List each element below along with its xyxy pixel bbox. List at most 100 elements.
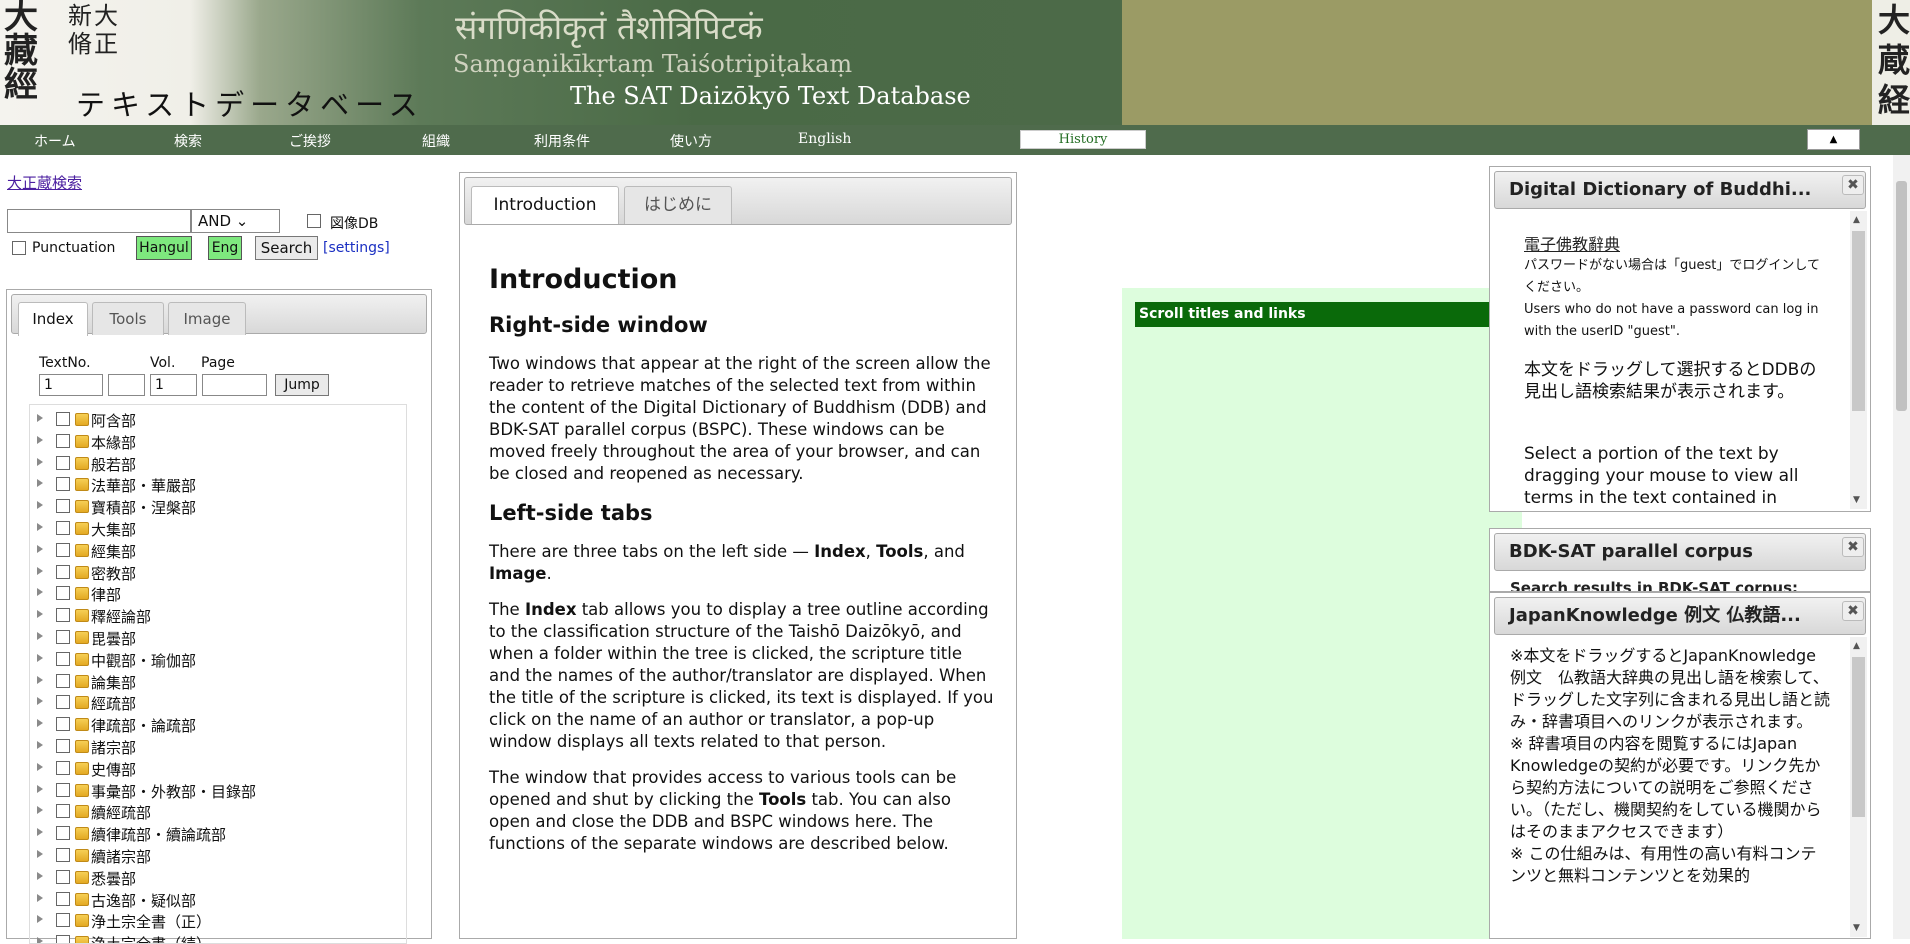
image-db-checkbox[interactable] — [307, 214, 321, 228]
tree-checkbox[interactable] — [56, 651, 70, 666]
close-icon[interactable]: ✖ — [1842, 537, 1864, 557]
tab-image[interactable]: Image — [168, 302, 246, 335]
tree-checkbox[interactable] — [56, 739, 70, 753]
operator-select[interactable]: AND ⌄ — [191, 209, 280, 233]
tree-item-label[interactable]: 事彙部・外教部・目錄部 — [91, 781, 256, 802]
tree-item[interactable]: 續經疏部 — [30, 801, 400, 823]
tree-checkbox[interactable] — [56, 869, 70, 884]
tree-item[interactable]: 續諸宗部 — [30, 845, 400, 867]
tree-checkbox[interactable] — [56, 608, 70, 623]
expand-triangle-icon[interactable] — [37, 719, 43, 728]
nav-home[interactable]: ホーム — [34, 131, 76, 151]
jump-button[interactable]: Jump — [275, 374, 329, 396]
tree-item[interactable]: 釋經論部 — [30, 605, 400, 627]
tree-checkbox[interactable] — [56, 695, 70, 710]
nav-usage[interactable]: 使い方 — [670, 131, 712, 151]
tab-hajimeni[interactable]: はじめに — [624, 186, 732, 224]
expand-triangle-icon[interactable] — [37, 653, 43, 662]
bdk-panel-title[interactable]: BDK-SAT parallel corpus — [1494, 533, 1866, 571]
tree-item-label[interactable]: 續諸宗部 — [91, 846, 151, 867]
tree-item-label[interactable]: 續律疏部・續論疏部 — [91, 824, 226, 845]
tree-checkbox[interactable] — [56, 412, 70, 426]
expand-triangle-icon[interactable] — [37, 937, 43, 943]
expand-triangle-icon[interactable] — [37, 675, 43, 684]
jk-scroll-thumb[interactable] — [1852, 657, 1865, 817]
tab-tools[interactable]: Tools — [92, 302, 164, 335]
tree-item[interactable]: 古逸部・疑似部 — [30, 889, 400, 911]
expand-triangle-icon[interactable] — [37, 544, 43, 553]
vol-input[interactable]: 1 — [150, 374, 197, 396]
tree-item-label[interactable]: 經疏部 — [91, 693, 136, 714]
tree-item[interactable]: 諸宗部 — [30, 736, 400, 758]
tree-checkbox[interactable] — [56, 564, 70, 579]
tree-item-label[interactable]: 諸宗部 — [91, 737, 136, 758]
nav-organization[interactable]: 組織 — [422, 131, 450, 151]
nav-english[interactable]: English — [798, 131, 851, 147]
tree-item[interactable]: 法華部・華嚴部 — [30, 474, 400, 496]
tree-checkbox[interactable] — [56, 913, 70, 928]
expand-triangle-icon[interactable] — [37, 915, 43, 924]
jk-scrollbar[interactable]: ▲ ▼ — [1850, 637, 1867, 937]
tree-item-label[interactable]: 律疏部・論疏部 — [91, 715, 196, 736]
ddb-scrollbar[interactable]: ▲ ▼ — [1850, 211, 1867, 509]
taisho-search-link[interactable]: 大正蔵検索 — [7, 172, 82, 193]
tree-item-label[interactable]: 本緣部 — [91, 432, 136, 453]
tree-item-label[interactable]: 悉曇部 — [91, 868, 136, 889]
tree-checkbox[interactable] — [56, 717, 70, 732]
tree-checkbox[interactable] — [56, 542, 70, 557]
tree-item[interactable]: 密教部 — [30, 562, 400, 584]
close-icon[interactable]: ✖ — [1842, 601, 1864, 621]
tree-item-label[interactable]: 密教部 — [91, 563, 136, 584]
expand-triangle-icon[interactable] — [37, 588, 43, 597]
tab-introduction[interactable]: Introduction — [471, 186, 619, 224]
tree-checkbox[interactable] — [56, 760, 70, 775]
page-scroll-thumb[interactable] — [1896, 181, 1907, 411]
expand-triangle-icon[interactable] — [37, 871, 43, 880]
search-button[interactable]: Search — [255, 236, 318, 260]
expand-triangle-icon[interactable] — [37, 828, 43, 837]
scroll-down-icon[interactable]: ▼ — [1853, 495, 1860, 505]
expand-triangle-icon[interactable] — [37, 566, 43, 575]
scroll-down-icon[interactable]: ▼ — [1853, 923, 1860, 933]
ddb-scroll-thumb[interactable] — [1852, 231, 1865, 411]
expand-triangle-icon[interactable] — [37, 762, 43, 771]
nav-search[interactable]: 検索 — [174, 131, 202, 151]
tree-checkbox[interactable] — [56, 782, 70, 797]
tree-item[interactable]: 大集部 — [30, 518, 400, 540]
scroll-titles-bar[interactable]: Scroll titles and links — [1135, 302, 1520, 327]
tree-item-label[interactable]: 史傳部 — [91, 759, 136, 780]
page-scrollbar[interactable] — [1893, 155, 1910, 939]
tree-item[interactable]: 律疏部・論疏部 — [30, 714, 400, 736]
tree-item[interactable]: 悉曇部 — [30, 867, 400, 889]
punctuation-checkbox[interactable] — [12, 241, 26, 255]
tree-item[interactable]: 浄土宗全書（正） — [30, 910, 400, 932]
tree-checkbox[interactable] — [56, 673, 70, 688]
tree-checkbox[interactable] — [56, 521, 70, 535]
expand-triangle-icon[interactable] — [37, 610, 43, 619]
tree-item[interactable]: 論集部 — [30, 671, 400, 693]
tree-checkbox[interactable] — [56, 630, 70, 644]
tree-item[interactable]: 毘曇部 — [30, 627, 400, 649]
tree-item-label[interactable]: 古逸部・疑似部 — [91, 890, 196, 911]
tree-item-label[interactable]: 經集部 — [91, 541, 136, 562]
settings-link[interactable]: [settings] — [323, 240, 390, 256]
tree-item-label[interactable]: 浄土宗全書（正） — [91, 911, 211, 932]
history-button[interactable]: History — [1020, 130, 1146, 149]
expand-triangle-icon[interactable] — [37, 893, 43, 902]
expand-triangle-icon[interactable] — [37, 479, 43, 488]
textno-suffix-input[interactable] — [108, 374, 145, 396]
expand-triangle-icon[interactable] — [37, 501, 43, 510]
tree-checkbox[interactable] — [56, 804, 70, 819]
tree-item-label[interactable]: 中觀部・瑜伽部 — [91, 650, 196, 671]
tree-item-label[interactable]: 續經疏部 — [91, 802, 151, 823]
expand-triangle-icon[interactable] — [37, 457, 43, 466]
tree-checkbox[interactable] — [56, 433, 70, 448]
close-icon[interactable]: ✖ — [1842, 175, 1864, 195]
tree-checkbox[interactable] — [56, 935, 70, 943]
tree-item-label[interactable]: 阿含部 — [91, 410, 136, 431]
expand-triangle-icon[interactable] — [37, 784, 43, 793]
tree-checkbox[interactable] — [56, 826, 70, 841]
scroll-up-icon[interactable]: ▲ — [1853, 215, 1860, 225]
nav-terms[interactable]: 利用条件 — [534, 131, 590, 151]
tree-checkbox[interactable] — [56, 891, 70, 906]
